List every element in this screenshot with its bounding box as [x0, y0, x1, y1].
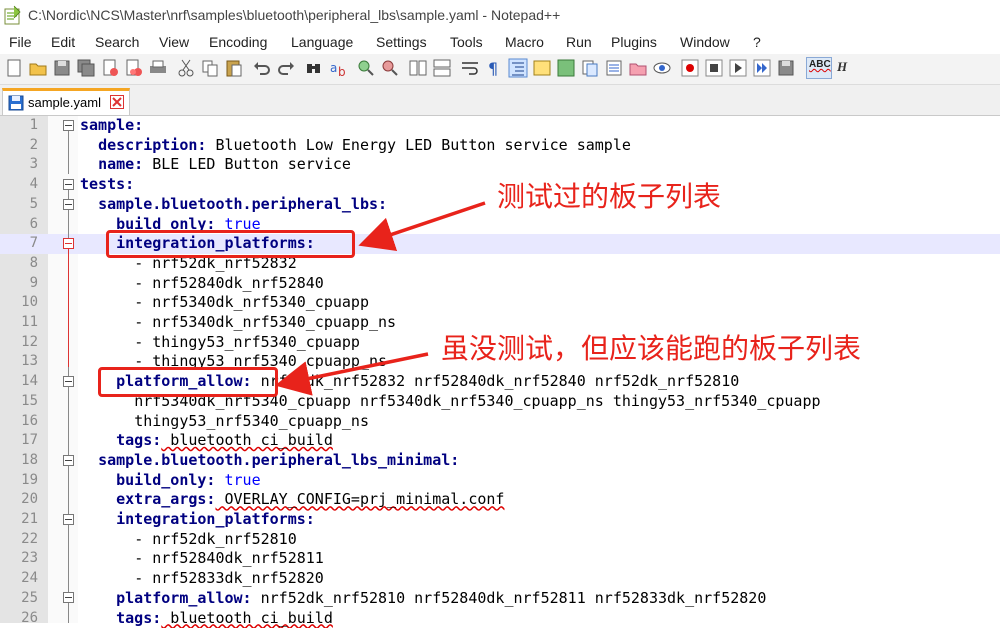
annotation-tested-boards: 测试过的板子列表: [497, 175, 721, 215]
arrow-tested: [375, 203, 485, 240]
annotation-arrows: [0, 0, 1000, 623]
annotation-untested-boards: 虽没测试，但应该能跑的板子列表: [441, 327, 861, 367]
arrow-untested: [292, 354, 428, 382]
